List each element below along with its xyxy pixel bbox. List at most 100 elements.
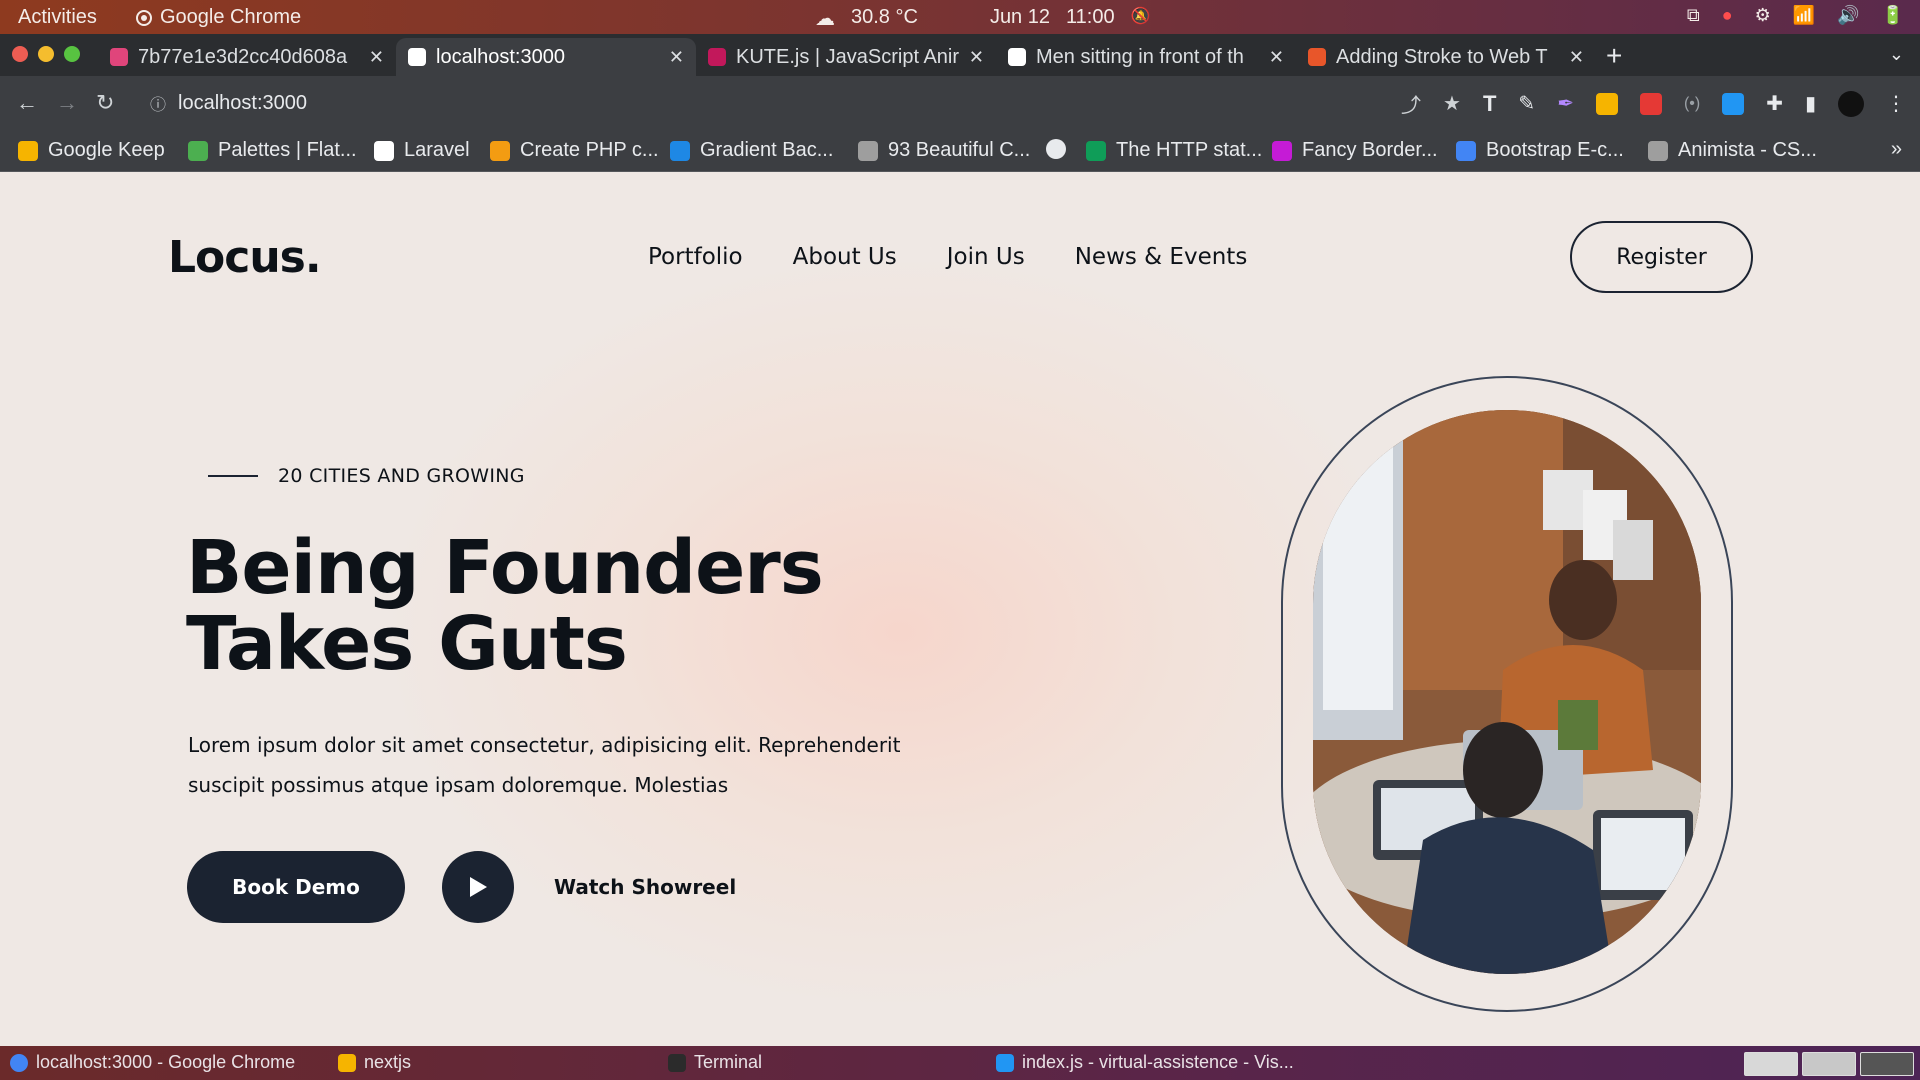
new-tab-button[interactable]: + [1606, 40, 1622, 72]
browser-tab[interactable]: Adding Stroke to Web T ✕ [1296, 38, 1596, 76]
back-button[interactable]: ← [16, 90, 38, 116]
play-button[interactable] [442, 851, 514, 923]
taskbar-item-vscode[interactable]: index.js - virtual-assistence - Vis... [996, 1052, 1294, 1073]
bookmark-favicon-icon [670, 140, 690, 161]
time-label: 11:00 [1066, 6, 1115, 28]
browser-tab[interactable]: 7b77e1e3d2cc40d608a ✕ [98, 38, 396, 76]
bookmark-item[interactable]: Google Keep [18, 139, 165, 162]
weather-temp: 30.8 °C [851, 6, 918, 28]
profile-avatar[interactable] [1838, 90, 1864, 117]
bookmark-star-icon[interactable]: ★ [1443, 91, 1461, 116]
bookmark-label: Google Keep [48, 139, 165, 161]
chrome-icon [136, 9, 152, 26]
watch-showreel-link[interactable]: Watch Showreel [554, 875, 736, 899]
share-icon[interactable]: ⤴ [1401, 89, 1421, 118]
close-tab-icon[interactable]: ✕ [969, 47, 984, 68]
bookmark-favicon-icon [1456, 140, 1476, 161]
tab-search-chevron-icon[interactable]: ⌄ [1889, 44, 1904, 65]
site-logo[interactable]: Locus. [168, 232, 322, 283]
nav-news-events[interactable]: News & Events [1075, 244, 1248, 270]
pen-extension-icon[interactable]: ✎ [1518, 91, 1535, 116]
bookmark-favicon-icon [188, 140, 208, 161]
hero-photo-illustration [1313, 410, 1701, 974]
puzzle-extensions-icon[interactable]: ✚ [1766, 91, 1783, 116]
tab-favicon-icon [110, 48, 128, 66]
taskbar-item-nextjs[interactable]: nextjs [338, 1052, 411, 1073]
site-info-icon[interactable]: ⓘ [150, 91, 166, 115]
text-extension-icon[interactable]: T [1483, 91, 1496, 117]
taskbar-item-terminal[interactable]: Terminal [668, 1052, 762, 1073]
register-button[interactable]: Register [1570, 221, 1753, 293]
tab-title: 7b77e1e3d2cc40d608a [138, 45, 348, 68]
workspace-2[interactable] [1802, 1052, 1856, 1076]
nav-join-us[interactable]: Join Us [947, 244, 1025, 270]
site-nav: Portfolio About Us Join Us News & Events [648, 244, 1247, 270]
tab-title: localhost:3000 [436, 45, 565, 68]
bookmark-item[interactable]: Create PHP c... [490, 139, 659, 162]
bookmark-item[interactable]: Bootstrap E-c... [1456, 139, 1624, 162]
wifi-icon: 📶 [1792, 5, 1816, 25]
bookmark-label: Fancy Border... [1302, 139, 1438, 161]
close-window-button[interactable] [12, 46, 28, 62]
bookmark-item[interactable]: Palettes | Flat... [188, 139, 357, 162]
system-tray[interactable]: ⧉ ● ⚙ 📶 🔊 🔋 [1687, 5, 1904, 26]
play-icon [470, 877, 487, 897]
bookmark-favicon-icon [374, 140, 394, 161]
tab-title: Men sitting in front of th [1036, 45, 1244, 68]
forward-button[interactable]: → [56, 90, 78, 116]
browser-tab[interactable]: Men sitting in front of th ✕ [996, 38, 1296, 76]
workspace-1[interactable] [1744, 1052, 1798, 1076]
folder-extension-icon[interactable] [1595, 92, 1618, 115]
side-panel-icon[interactable]: ▮ [1805, 91, 1816, 116]
taskbar-item-label: nextjs [364, 1052, 412, 1072]
activities-button[interactable]: Activities [18, 6, 97, 29]
hero-headline: Being Founders Takes Guts [186, 530, 946, 682]
minimize-window-button[interactable] [38, 46, 54, 62]
book-demo-button[interactable]: Book Demo [187, 851, 405, 923]
close-tab-icon[interactable]: ✕ [369, 47, 384, 68]
window-controls [12, 46, 80, 62]
hero-photo [1313, 410, 1701, 974]
bookmark-item[interactable]: Laravel [374, 139, 470, 162]
bookmark-item[interactable]: 93 Beautiful C... [858, 139, 1030, 162]
address-bar[interactable]: ⓘ localhost:3000 [146, 86, 1386, 120]
notifications-muted-icon: 🔕 [1130, 8, 1151, 25]
app-menu[interactable]: Google Chrome [136, 6, 301, 29]
alert-icon[interactable]: ● [1722, 5, 1733, 26]
close-tab-icon[interactable]: ✕ [669, 47, 684, 68]
more-bookmarks-icon[interactable]: » [1891, 138, 1902, 161]
browser-tab[interactable]: localhost:3000 ✕ [396, 38, 696, 76]
terminal-icon [668, 1053, 686, 1072]
settings-icon[interactable]: ⚙ [1755, 5, 1771, 26]
date-label: Jun 12 [989, 6, 1050, 28]
close-tab-icon[interactable]: ✕ [1569, 47, 1584, 68]
fi-extension-icon[interactable] [1722, 92, 1745, 115]
headline-line-2: Takes Guts [186, 601, 628, 687]
battery-icon: 🔋 [1881, 5, 1904, 25]
taskbar-item-chrome[interactable]: localhost:3000 - Google Chrome [10, 1052, 295, 1073]
bookmark-label: Laravel [404, 139, 470, 161]
maximize-window-button[interactable] [64, 46, 80, 62]
bookmark-item[interactable]: The HTTP stat... [1086, 139, 1262, 162]
nav-about-us[interactable]: About Us [793, 244, 897, 270]
tagline-text: 20 CITIES AND GROWING [278, 465, 525, 487]
bookmark-item[interactable]: Animista - CS... [1648, 139, 1817, 162]
headline-line-1: Being Founders [186, 525, 824, 611]
os-top-bar: Activities Google Chrome ☁ 30.8 °C Jun 1… [0, 0, 1920, 34]
bookmark-item[interactable]: Gradient Bac... [670, 139, 833, 162]
bookmark-item[interactable] [1046, 139, 1066, 159]
feather-extension-icon[interactable]: ✒ [1557, 91, 1574, 116]
bookmark-favicon-icon [1272, 140, 1292, 161]
browser-tab[interactable]: KUTE.js | JavaScript Anir ✕ [696, 38, 996, 76]
tab-title: KUTE.js | JavaScript Anir [736, 45, 959, 68]
reload-button[interactable]: ↻ [96, 90, 114, 116]
clock[interactable]: ☁ 30.8 °C Jun 12 11:00 🔕 [815, 6, 1151, 31]
radio-extension-icon[interactable]: (•) [1684, 95, 1700, 113]
workspace-3[interactable] [1860, 1052, 1914, 1076]
chrome-menu-icon[interactable]: ⋮ [1886, 91, 1906, 116]
nav-portfolio[interactable]: Portfolio [648, 244, 743, 270]
grid-extension-icon[interactable] [1639, 92, 1662, 115]
screenshot-icon[interactable]: ⧉ [1687, 5, 1700, 26]
bookmark-item[interactable]: Fancy Border... [1272, 139, 1438, 162]
close-tab-icon[interactable]: ✕ [1269, 47, 1284, 68]
